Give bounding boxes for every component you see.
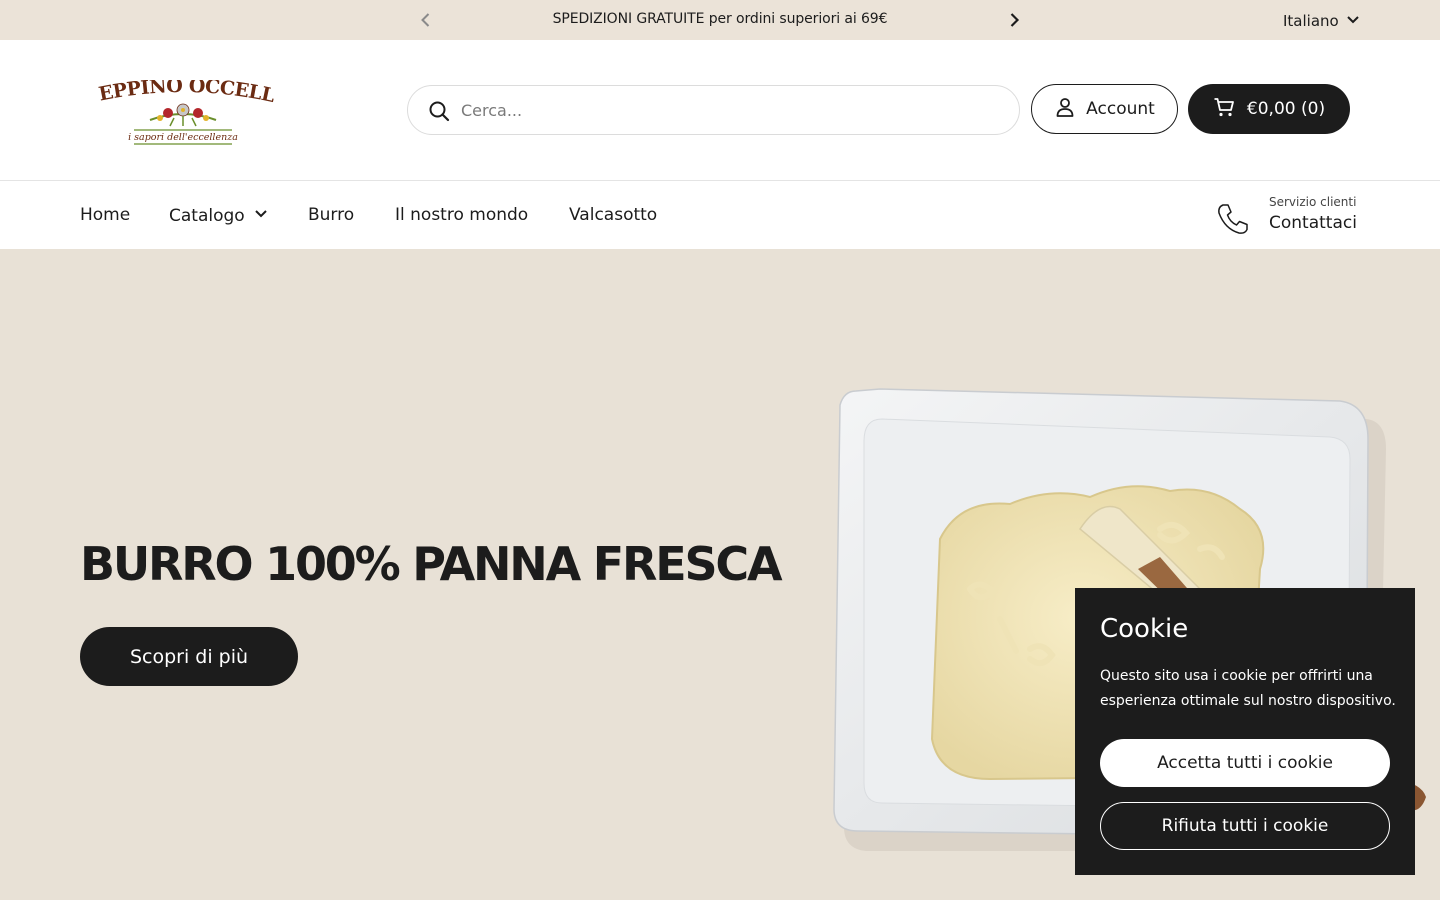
nav-item-label: Catalogo [169,205,245,226]
reject-cookies-button[interactable]: Rifiuta tutti i cookie [1100,802,1390,850]
search-bar[interactable] [407,85,1020,135]
chevron-down-icon [1345,11,1361,31]
svg-text:BEPPINO OCCELLI: BEPPINO OCCELLI [90,80,276,107]
contact-link[interactable]: Servizio clienti Contattaci [1215,195,1375,239]
nav-item-home[interactable]: Home [80,205,130,225]
logo-tagline: i sapori dell'eccellenza [128,132,238,143]
nav-item-label: Home [80,205,131,225]
site-header: BEPPINO OCCELLI i sapori dell'eccellenza [0,40,1440,181]
announcement-message: SPEDIZIONI GRATUITE per ordini superiori… [552,11,888,27]
nav-item-il-nostro-mondo[interactable]: Il nostro mondo [395,205,528,225]
nav-item-label: Il nostro mondo [395,205,529,225]
hero-title: BURRO 100% PANNA FRESCA [80,537,783,591]
cookie-text: Questo sito usa i cookie per offrirti un… [1100,668,1396,709]
nav-item-valcasotto[interactable]: Valcasotto [569,205,657,225]
logo-flowers [149,103,217,127]
phone-icon [1215,201,1251,237]
logo-brand-text: BEPPINO OCCELLI [82,63,277,107]
search-icon [428,100,450,122]
nav-item-catalogo[interactable]: Catalogo [169,205,269,226]
chevron-left-icon[interactable] [416,10,436,30]
language-selector[interactable]: Italiano [1283,11,1361,31]
chevron-down-icon [253,205,269,226]
cart-button[interactable]: €0,00 (0) [1188,84,1350,134]
nav-item-label: Burro [308,205,355,225]
cookie-title: Cookie [1100,614,1189,644]
nav-item-label: Valcasotto [569,205,658,225]
account-label: Account [1086,99,1155,119]
contact-label: Contattaci [1269,213,1357,233]
accept-cookies-button[interactable]: Accetta tutti i cookie [1100,739,1390,787]
search-input[interactable] [461,98,1001,122]
cart-icon [1213,96,1235,123]
cookie-banner: Cookie Questo sito usa i cookie per offr… [1075,588,1415,875]
user-icon [1054,96,1076,123]
cart-total: €0,00 (0) [1246,99,1326,119]
main-navigation: Home Catalogo Burro Il nostro mondo Valc… [0,181,1440,249]
language-label: Italiano [1283,12,1339,30]
nav-item-burro[interactable]: Burro [308,205,354,225]
chevron-right-icon[interactable] [1004,10,1024,30]
account-button[interactable]: Account [1031,84,1178,134]
discover-more-button[interactable]: Scopri di più [80,627,298,686]
contact-caption: Servizio clienti [1269,195,1357,209]
announcement-bar: SPEDIZIONI GRATUITE per ordini superiori… [0,0,1440,40]
brand-logo[interactable]: BEPPINO OCCELLI i sapori dell'eccellenza [82,63,277,154]
